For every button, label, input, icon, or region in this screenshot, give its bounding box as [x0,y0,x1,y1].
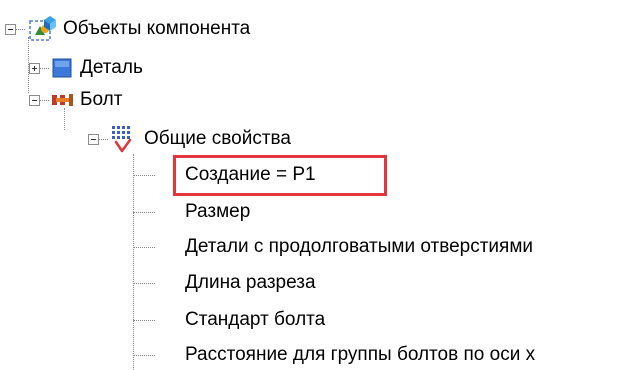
tree-node-root-label[interactable]: Объекты компонента [63,18,250,40]
root-collapse-toggle[interactable] [5,24,16,35]
general-collapse-toggle[interactable] [88,134,99,145]
bolt-collapse-toggle[interactable] [29,95,40,106]
property-slotted-parts[interactable]: Детали с продолговатыми отверстиями [185,236,533,258]
blue-square-icon [52,58,72,78]
bolt-icon [52,94,73,106]
detail-expand-toggle[interactable] [29,63,40,74]
property-size[interactable]: Размер [185,201,250,223]
property-bolt-standard[interactable]: Стандарт болта [185,309,325,331]
property-cut-length[interactable]: Длина разреза [185,272,316,294]
tree-node-general-label[interactable]: Общие свойства [144,128,291,150]
component-tree: Объекты компонента Деталь Болт Общие сво… [0,0,639,370]
grid-check-icon [112,126,132,153]
tree-node-bolt-label[interactable]: Болт [80,89,122,111]
tree-node-detail-label[interactable]: Деталь [80,57,143,79]
component-objects-icon [29,16,56,41]
selection-highlight [173,155,387,196]
property-bolt-group-x-distance[interactable]: Расстояние для группы болтов по оси x [185,344,535,366]
